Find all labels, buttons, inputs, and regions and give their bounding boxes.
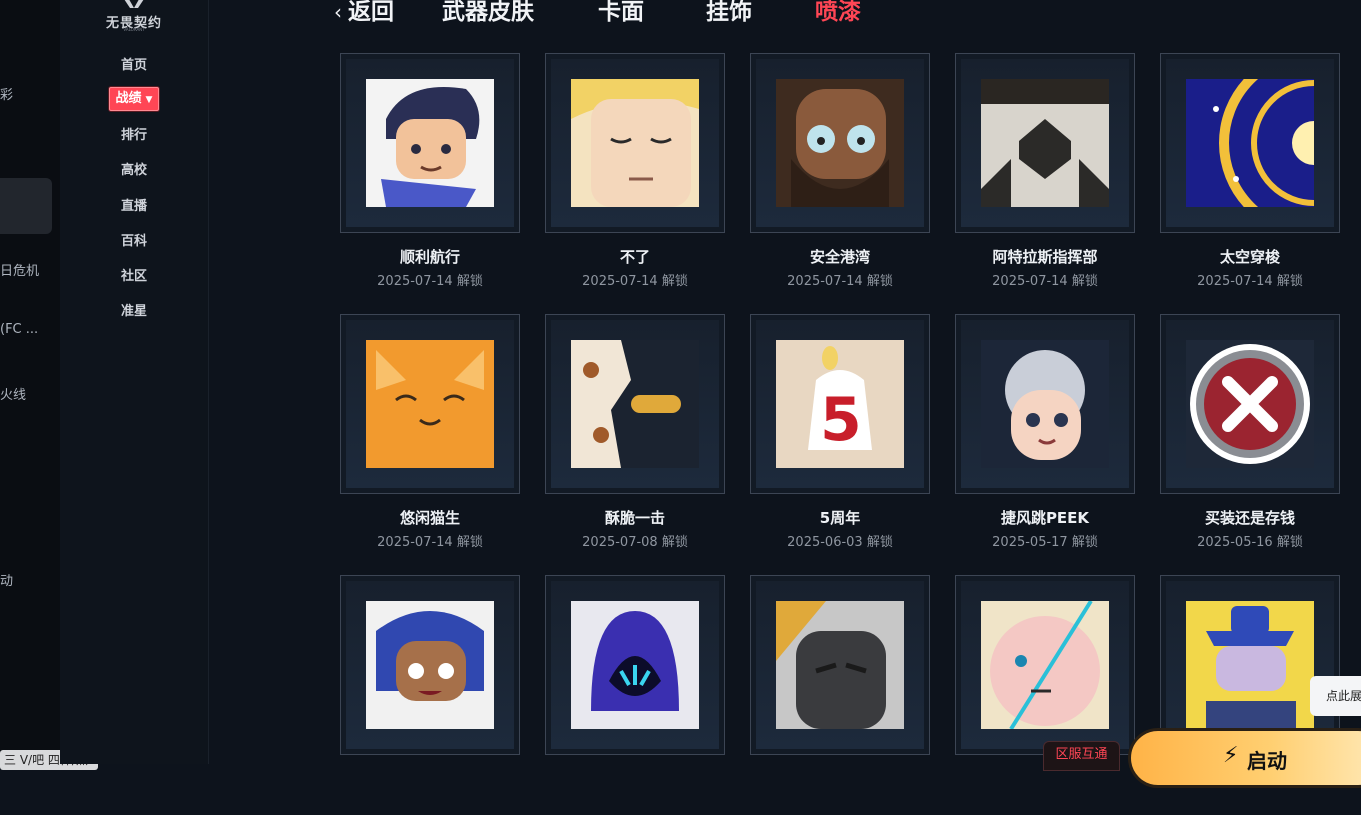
chevron-down-icon: ▼ [145,95,153,105]
spray-card[interactable] [750,575,930,815]
spray-card[interactable]: 捷风跳PEEK 2025-05-17 解锁 [955,314,1135,554]
nav-wiki[interactable]: 百科 [60,230,208,249]
bullet-impact-icon [571,340,699,468]
spray-card[interactable]: 太空穿梭 2025-07-14 解锁 [1160,53,1340,293]
nav-college[interactable]: 高校 [60,159,208,178]
spray-title: 悠闲猫生 [399,509,460,527]
cowboy-hat-icon [1186,601,1314,729]
spray-title: 顺利航行 [399,248,460,266]
side-expand-tip[interactable]: 点此展 [1310,676,1361,716]
spray-title: 酥脆一击 [604,509,665,527]
rail-item-5[interactable]: 动 [0,570,13,589]
bearded-face-icon [776,79,904,207]
tab-weapon-skins[interactable]: 武器皮肤 [442,0,534,26]
rail-item-1[interactable]: 彩 [0,84,13,103]
launch-button[interactable]: ⚡ 启动 [1128,728,1361,788]
tab-charms[interactable]: 挂饰 [706,0,752,26]
hooded-figure-icon [571,601,699,729]
nav-ranking[interactable]: 排行 [60,124,208,143]
app-left-rail: 彩 日危机 (FC ... 火线 动 [0,0,60,764]
rail-item-4[interactable]: 火线 [0,384,26,403]
nav-home[interactable]: 首页 [60,54,208,73]
spray-unlock-date: 2025-07-14 解锁 [582,274,688,289]
spray-title: 捷风跳PEEK [1000,509,1090,527]
spray-card[interactable]: 顺利航行 2025-07-14 解锁 [340,53,520,293]
spray-card[interactable]: 安全港湾 2025-07-14 解锁 [750,53,930,293]
jett-peek-icon [981,340,1109,468]
spray-frame [340,53,520,233]
spray-title: 阿特拉斯指挥部 [992,248,1098,266]
nav-record-label: 战绩 [115,91,142,106]
spray-card[interactable]: 5 5周年 2025-06-03 解锁 [750,314,930,554]
spray-card[interactable]: 不了 2025-07-14 解锁 [545,53,725,293]
spray-frame [545,314,725,494]
spray-frame [340,314,520,494]
spray-frame [1160,53,1340,233]
nav-record[interactable]: 战绩 ▼ [60,87,208,111]
spray-card[interactable] [340,575,520,815]
spray-unlock-date: 2025-07-14 解锁 [377,535,483,550]
spray-frame [955,53,1135,233]
spray-card[interactable]: 阿特拉斯指挥部 2025-07-14 解锁 [955,53,1135,293]
back-label: 返回 [348,0,394,25]
valorant-logo-mark-icon [124,0,144,8]
spray-frame [340,575,520,755]
valorant-logo[interactable]: 无畏契约 VALORANT [102,0,166,34]
spray-frame [750,53,930,233]
hexagon-symbol-icon [981,79,1109,207]
spray-card[interactable]: 悠闲猫生 2025-07-14 解锁 [340,314,520,554]
tab-sprays[interactable]: 喷漆 [815,0,861,26]
spray-unlock-date: 2025-07-14 解锁 [377,274,483,289]
region-interop-badge: 区服互通 [1043,741,1120,771]
lightning-icon: ⚡ [1223,743,1239,768]
spray-card[interactable]: 买装还是存钱 2025-05-16 解锁 [1160,314,1340,554]
back-button[interactable]: ‹ 返回 [334,0,394,26]
blue-hair-girl-icon [366,601,494,729]
spray-title: 买装还是存钱 [1204,509,1295,527]
game-sub-nav: 无畏契约 VALORANT 首页 战绩 ▼ 排行 高校 直播 百科 社区 准星 [60,0,209,764]
spray-frame: 5 [750,314,930,494]
spray-frame [1160,314,1340,494]
logo-subtext: VALORANT [123,27,145,32]
dark-helmet-icon [776,601,904,729]
spray-frame [545,575,725,755]
nav-record-pill: 战绩 ▼ [108,87,160,111]
spray-unlock-date: 2025-07-14 解锁 [1197,274,1303,289]
spray-unlock-date: 2025-05-17 解锁 [992,535,1098,550]
spray-frame [545,53,725,233]
scarred-face-icon [981,601,1109,729]
blonde-face-icon [571,79,699,207]
svg-text:5: 5 [820,385,862,455]
spray-title: 不了 [619,248,650,266]
spray-title: 安全港湾 [809,248,870,266]
spray-card[interactable] [955,575,1135,815]
spray-card[interactable]: 酥脆一击 2025-07-08 解锁 [545,314,725,554]
launch-label: 启动 [1247,749,1287,773]
space-gate-icon [1186,79,1314,207]
spray-title: 5周年 [819,509,861,527]
spray-title: 太空穿梭 [1219,248,1280,266]
agent-face-icon [366,79,494,207]
spray-unlock-date: 2025-05-16 解锁 [1197,535,1303,550]
birthday-candle-icon: 5 [776,340,904,468]
spray-unlock-date: 2025-07-14 解锁 [787,274,893,289]
spray-unlock-date: 2025-07-08 解锁 [582,535,688,550]
rail-active-highlight[interactable] [0,178,52,234]
spray-unlock-date: 2025-07-14 解锁 [992,274,1098,289]
spray-unlock-date: 2025-06-03 解锁 [787,535,893,550]
nav-community[interactable]: 社区 [60,265,208,284]
spray-frame [750,575,930,755]
spray-frame [955,575,1135,755]
spray-card[interactable] [545,575,725,815]
nav-live[interactable]: 直播 [60,195,208,214]
tab-cards[interactable]: 卡面 [598,0,644,26]
chevron-left-icon: ‹ [334,0,342,24]
spray-frame [955,314,1135,494]
orange-cat-icon [366,340,494,468]
rail-item-2[interactable]: 日危机 [0,260,39,279]
rail-item-3[interactable]: (FC ... [0,322,38,337]
red-x-icon [1186,340,1314,468]
nav-crosshair[interactable]: 准星 [60,300,208,319]
